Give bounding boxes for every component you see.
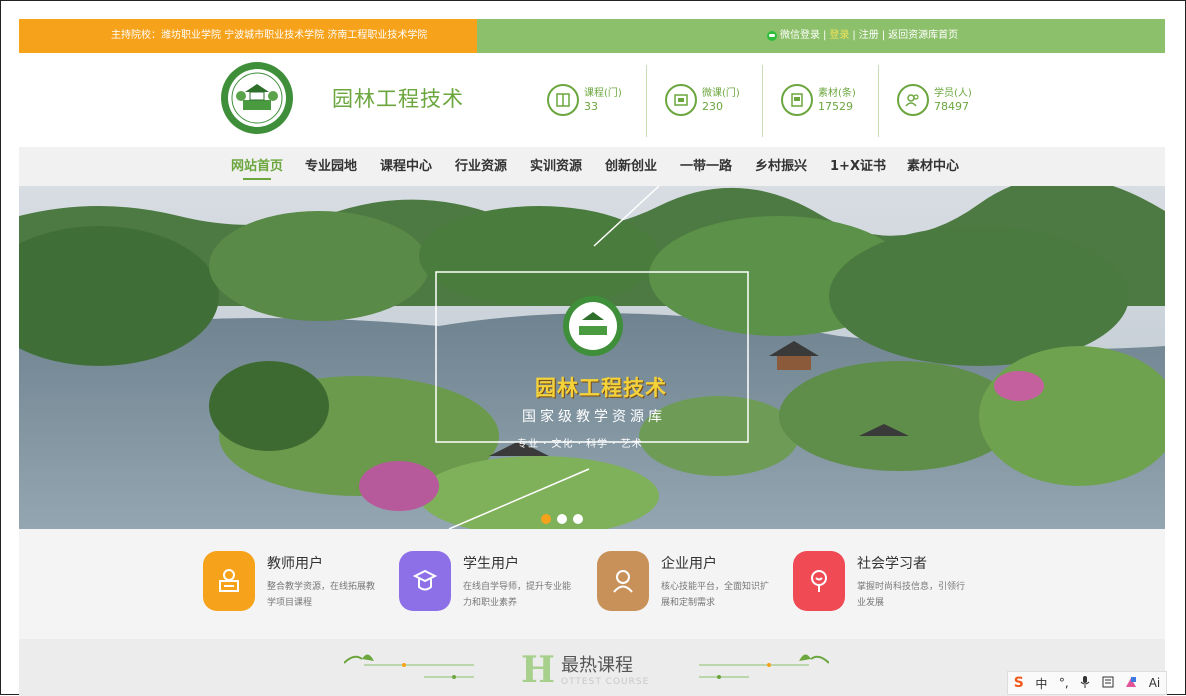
nav-industry[interactable]: 行业资源 xyxy=(455,147,507,186)
ime-toolbar: S 中 °, Ai xyxy=(1007,671,1167,695)
leaf-decoration-icon xyxy=(699,654,829,679)
stat-value: 230 xyxy=(702,100,723,113)
user-title: 社会学习者 xyxy=(857,556,927,572)
banner-title: 园林工程技术 xyxy=(535,376,667,400)
hot-courses-subtitle: OTTEST COURSE xyxy=(561,677,650,687)
site-title: 园林工程技术 xyxy=(332,87,464,111)
stat-label: 微课(门) xyxy=(702,88,740,99)
ime-lang-toggle[interactable]: 中 xyxy=(1035,675,1047,692)
enterprise-icon xyxy=(597,551,649,611)
ime-logo[interactable]: S xyxy=(1014,675,1024,691)
school-logo-icon[interactable] xyxy=(219,56,295,142)
nav-major[interactable]: 专业园地 xyxy=(305,147,357,186)
register-link[interactable]: 注册 xyxy=(859,19,879,53)
user-desc: 掌握时尚科技信息，引领行业发展 xyxy=(857,582,966,608)
banner-subtitle: 国家级教学资源库 xyxy=(522,409,666,425)
main-nav: 网站首页 专业园地 课程中心 行业资源 实训资源 创新创业 一带一路 乡村振兴 … xyxy=(19,147,1165,186)
video-icon xyxy=(665,84,697,116)
screenshot-frame: 主持院校：潍坊职业学院 宁波城市职业技术学院 济南工程职业技术学院 微信登录 |… xyxy=(0,0,1186,696)
user-desc: 整合教学资源，在线拓展教学项目课程 xyxy=(267,582,376,608)
keyboard-icon[interactable] xyxy=(1102,676,1114,691)
carousel-dot[interactable] xyxy=(573,514,583,524)
banner-tagline: 专业 · 文化 · 科学 · 艺术 xyxy=(517,439,643,450)
users-icon xyxy=(897,84,929,116)
carousel-dot[interactable] xyxy=(557,514,567,524)
book-icon xyxy=(547,84,579,116)
top-bar: 主持院校：潍坊职业学院 宁波城市职业技术学院 济南工程职业技术学院 微信登录 |… xyxy=(19,19,1165,53)
divider xyxy=(878,65,879,137)
divider xyxy=(646,65,647,137)
hot-courses-section: H 最热课程 OTTEST COURSE xyxy=(19,639,1165,696)
stat-label: 课程(门) xyxy=(584,88,622,99)
divider xyxy=(762,65,763,137)
stat-value: 78497 xyxy=(934,100,969,113)
carousel-dot[interactable] xyxy=(541,514,551,524)
nav-materials[interactable]: 素材中心 xyxy=(907,147,959,186)
public-learner-card[interactable]: 社会学习者 掌握时尚科技信息，引领行业发展 xyxy=(793,549,983,619)
student-user-card[interactable]: 学生用户 在线自学导师，提升专业能力和职业素养 xyxy=(399,549,589,619)
user-title: 企业用户 xyxy=(661,556,717,572)
stat-label: 学员(人) xyxy=(934,88,972,99)
leaf-decoration-icon xyxy=(344,654,474,679)
account-links: 微信登录 | 登录 | 注册 | 返回资源库首页 xyxy=(477,19,1165,53)
hot-courses-title: 最热课程 xyxy=(561,655,633,676)
nav-certificate[interactable]: 1+X证书 xyxy=(830,147,886,186)
user-desc: 核心技能平台，全面知识扩展和定制需求 xyxy=(661,582,770,608)
host-colleges: 主持院校：潍坊职业学院 宁波城市职业技术学院 济南工程职业技术学院 xyxy=(19,19,477,53)
stat-label: 素材(条) xyxy=(818,88,856,99)
stat-courses: 课程(门) 33 xyxy=(547,65,622,135)
hero-banner[interactable]: 园林工程技术 国家级教学资源库 专业 · 文化 · 科学 · 艺术 xyxy=(19,186,1165,529)
wechat-icon xyxy=(767,31,777,41)
carousel-dots xyxy=(541,514,583,524)
stat-materials: 素材(条) 17529 xyxy=(781,65,856,135)
enterprise-user-card[interactable]: 企业用户 核心技能平台，全面知识扩展和定制需求 xyxy=(597,549,787,619)
user-title: 教师用户 xyxy=(267,556,323,572)
stat-students: 学员(人) 78497 xyxy=(897,65,972,135)
nav-innovation[interactable]: 创新创业 xyxy=(605,147,657,186)
stat-value: 17529 xyxy=(818,100,853,113)
teacher-user-card[interactable]: 教师用户 整合教学资源，在线拓展教学项目课程 xyxy=(203,549,393,619)
stat-value: 33 xyxy=(584,100,598,113)
user-title: 学生用户 xyxy=(463,556,519,572)
separator: | xyxy=(881,30,886,41)
ime-ai-button[interactable]: Ai xyxy=(1149,676,1161,690)
separator: | xyxy=(852,30,856,41)
material-icon xyxy=(781,84,813,116)
banner-landscape-image xyxy=(19,186,1165,529)
nav-belt-road[interactable]: 一带一路 xyxy=(680,147,732,186)
stat-microcourses: 微课(门) 230 xyxy=(665,65,740,135)
nav-rural[interactable]: 乡村振兴 xyxy=(755,147,807,186)
skin-icon[interactable] xyxy=(1125,676,1137,691)
hot-logo-letter: H xyxy=(521,649,556,691)
login-link[interactable]: 登录 xyxy=(829,19,849,53)
mic-icon[interactable] xyxy=(1080,675,1090,691)
nav-training[interactable]: 实训资源 xyxy=(530,147,582,186)
header: 园林工程技术 课程(门) 33 微课(门) 230 素材(条) 17529 学员… xyxy=(19,53,1165,147)
teacher-icon xyxy=(203,551,255,611)
nav-courses[interactable]: 课程中心 xyxy=(380,147,432,186)
separator: | xyxy=(823,30,827,41)
ime-punct-toggle[interactable]: °, xyxy=(1059,676,1069,690)
user-desc: 在线自学导师，提升专业能力和职业素养 xyxy=(463,582,572,608)
learner-icon xyxy=(793,551,845,611)
back-home-link[interactable]: 返回资源库首页 xyxy=(888,19,958,53)
nav-home[interactable]: 网站首页 xyxy=(231,147,283,186)
wechat-login-link[interactable]: 微信登录 xyxy=(780,19,820,53)
user-categories: 教师用户 整合教学资源，在线拓展教学项目课程 学生用户 在线自学导师，提升专业能… xyxy=(19,529,1165,639)
website: 主持院校：潍坊职业学院 宁波城市职业技术学院 济南工程职业技术学院 微信登录 |… xyxy=(19,19,1165,696)
student-icon xyxy=(399,551,451,611)
